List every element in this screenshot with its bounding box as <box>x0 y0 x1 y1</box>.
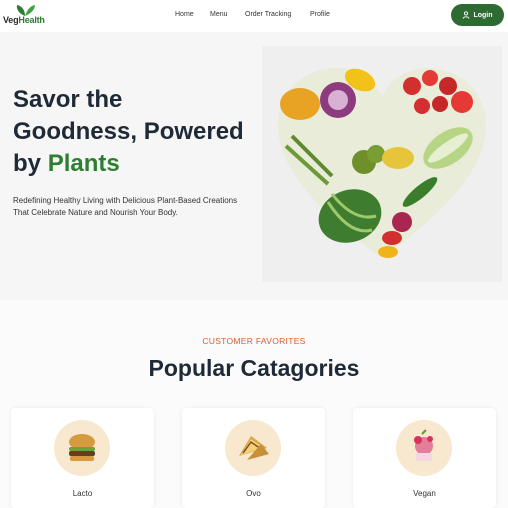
category-icon-bg <box>225 420 281 476</box>
brand-name: VegHealth <box>3 15 45 25</box>
hero-title-line3: by Plants <box>13 150 120 177</box>
hero-title-line2: Goodness, Powered <box>13 118 244 145</box>
category-label: Lacto <box>72 489 93 498</box>
nav-menu[interactable]: Menu <box>210 11 228 18</box>
login-button[interactable]: Login <box>451 4 504 26</box>
category-card-ovo[interactable]: Ovo <box>182 408 325 508</box>
category-card-vegan[interactable]: Vegan <box>353 408 496 508</box>
dessert-icon <box>414 429 433 461</box>
sandwich-icon <box>239 436 269 460</box>
login-label: Login <box>473 11 493 19</box>
navbar: VegHealth Home Menu Order Tracking Profi… <box>0 0 508 32</box>
user-icon <box>463 11 470 19</box>
hero-title: Savor the Goodness, Powered by Plants <box>13 84 248 180</box>
nav-profile[interactable]: Profile <box>310 11 330 18</box>
category-label: Vegan <box>413 489 436 498</box>
category-label: Ovo <box>246 489 261 498</box>
category-icon-bg <box>396 420 452 476</box>
nav-home[interactable]: Home <box>175 11 194 18</box>
category-icon-bg <box>54 420 110 476</box>
hero-description: Redefining Healthy Living with Delicious… <box>13 196 238 217</box>
hero-title-line1: Savor the <box>13 86 123 113</box>
section-title: Popular Catagories <box>148 355 360 381</box>
category-card-lacto[interactable]: Lacto <box>11 408 154 508</box>
nav-order-tracking[interactable]: Order Tracking <box>245 11 291 18</box>
section-eyebrow: CUSTOMER FAVORITES <box>202 336 306 346</box>
vegetable-heart-image <box>262 46 502 282</box>
burger-icon <box>69 434 95 461</box>
brand-logo[interactable]: VegHealth <box>2 4 50 28</box>
